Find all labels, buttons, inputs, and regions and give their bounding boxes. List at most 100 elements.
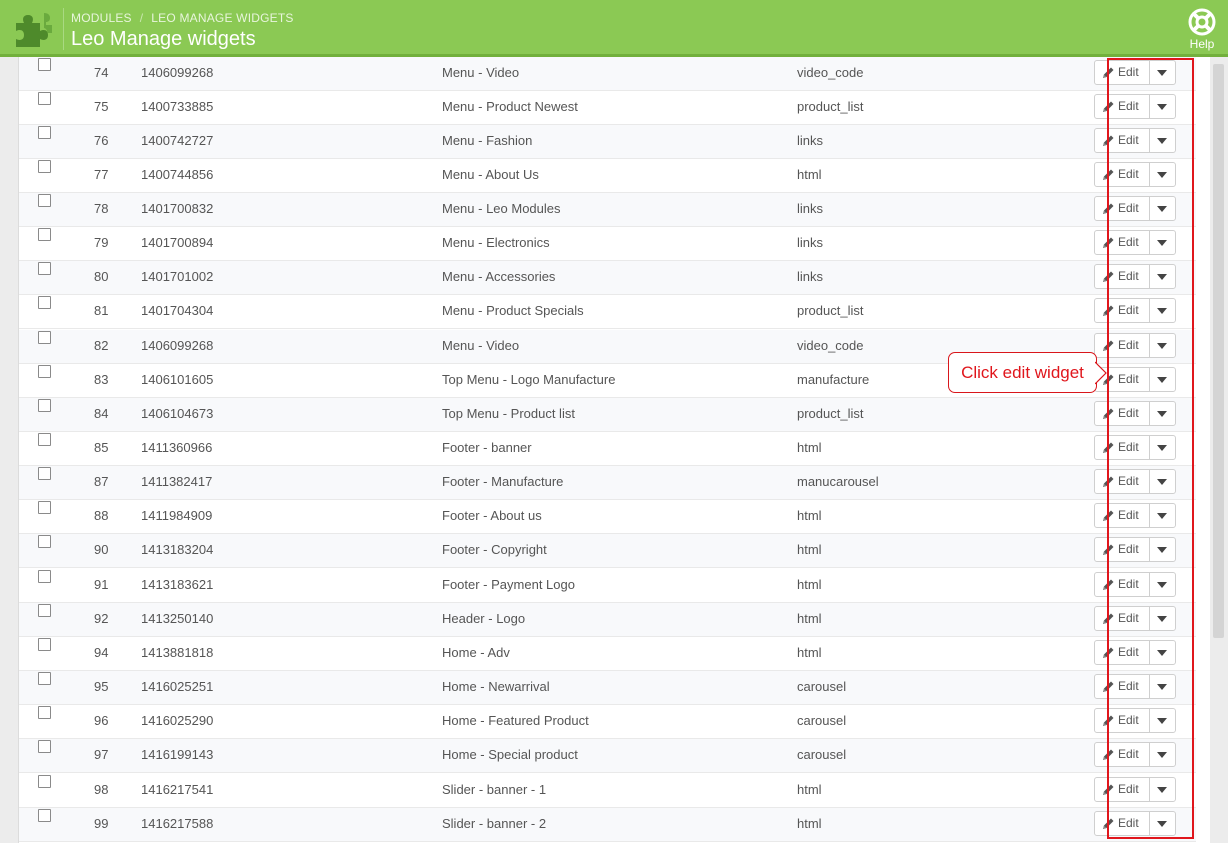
caret-down-icon [1157,547,1167,553]
edit-button[interactable]: Edit [1095,538,1150,561]
callout-click-edit-widget: Click edit widget [948,352,1097,393]
row-checkbox[interactable] [38,228,51,241]
row-widget-name: Home - Special product [442,747,578,762]
page-title: Leo Manage widgets [71,28,256,50]
edit-button[interactable]: Edit [1095,573,1150,596]
row-checkbox[interactable] [38,399,51,412]
row-checkbox[interactable] [38,535,51,548]
edit-button[interactable]: Edit [1095,61,1150,84]
edit-button[interactable]: Edit [1095,675,1150,698]
actions-dropdown-toggle[interactable] [1149,231,1175,254]
row-checkbox[interactable] [38,433,51,446]
table-row: 75 1400733885 Menu - Product Newest product… [19,91,1196,125]
actions-dropdown-toggle[interactable] [1149,504,1175,527]
pencil-icon [1103,818,1114,829]
edit-button[interactable]: Edit [1095,607,1150,630]
row-id: 97 [94,747,109,762]
edit-button[interactable]: Edit [1095,231,1150,254]
edit-label: Edit [1118,338,1139,352]
edit-button[interactable]: Edit [1095,265,1150,288]
edit-button[interactable]: Edit [1095,95,1150,118]
row-widget-type: carousel [797,713,847,728]
row-checkbox[interactable] [38,331,51,344]
row-id: 79 [94,235,109,250]
edit-button[interactable]: Edit [1095,197,1150,220]
actions-dropdown-toggle[interactable] [1149,129,1175,152]
edit-button[interactable]: Edit [1095,129,1150,152]
row-checkbox[interactable] [38,194,51,207]
actions-dropdown-toggle[interactable] [1149,778,1175,801]
edit-button[interactable]: Edit [1095,641,1150,664]
actions-dropdown-toggle[interactable] [1149,334,1175,357]
row-widget-name: Footer - banner [442,440,532,455]
row-checkbox[interactable] [38,296,51,309]
row-checkbox[interactable] [38,365,51,378]
row-checkbox[interactable] [38,740,51,753]
pencil-icon [1103,544,1114,555]
actions-dropdown-toggle[interactable] [1149,641,1175,664]
row-checkbox[interactable] [38,672,51,685]
actions-dropdown-toggle[interactable] [1149,402,1175,425]
row-id: 94 [94,645,109,660]
row-checkbox[interactable] [38,160,51,173]
row-action-group: Edit [1094,60,1176,85]
actions-dropdown-toggle[interactable] [1149,675,1175,698]
row-checkbox[interactable] [38,126,51,139]
actions-dropdown-toggle[interactable] [1149,573,1175,596]
row-id: 82 [94,338,109,353]
actions-dropdown-toggle[interactable] [1149,812,1175,835]
row-checkbox[interactable] [38,604,51,617]
row-key: 1406099268 [141,65,214,80]
actions-dropdown-toggle[interactable] [1149,538,1175,561]
table-row: 92 1413250140 Header - Logo html Edit [19,603,1196,637]
row-checkbox[interactable] [38,58,51,71]
actions-dropdown-toggle[interactable] [1149,95,1175,118]
row-checkbox[interactable] [38,501,51,514]
actions-dropdown-toggle[interactable] [1149,607,1175,630]
row-action-group: Edit [1094,572,1176,597]
breadcrumb-leo-manage-widgets[interactable]: LEO MANAGE WIDGETS [151,11,293,25]
edit-button[interactable]: Edit [1095,709,1150,732]
row-checkbox[interactable] [38,775,51,788]
edit-button[interactable]: Edit [1095,470,1150,493]
row-checkbox[interactable] [38,467,51,480]
actions-dropdown-toggle[interactable] [1149,163,1175,186]
edit-label: Edit [1118,406,1139,420]
actions-dropdown-toggle[interactable] [1149,436,1175,459]
edit-button[interactable]: Edit [1095,504,1150,527]
row-widget-type: html [797,440,822,455]
edit-button[interactable]: Edit [1095,778,1150,801]
edit-button[interactable]: Edit [1095,334,1150,357]
actions-dropdown-toggle[interactable] [1149,299,1175,322]
edit-button[interactable]: Edit [1095,163,1150,186]
scrollbar-thumb[interactable] [1213,64,1224,638]
row-widget-name: Menu - Fashion [442,133,533,148]
row-key: 1416025290 [141,713,214,728]
row-id: 84 [94,406,109,421]
row-checkbox[interactable] [38,638,51,651]
row-checkbox[interactable] [38,92,51,105]
actions-dropdown-toggle[interactable] [1149,197,1175,220]
edit-button[interactable]: Edit [1095,743,1150,766]
row-checkbox[interactable] [38,809,51,822]
edit-button[interactable]: Edit [1095,402,1150,425]
table-row: 77 1400744856 Menu - About Us html Edit [19,159,1196,193]
actions-dropdown-toggle[interactable] [1149,743,1175,766]
edit-button[interactable]: Edit [1095,436,1150,459]
edit-label: Edit [1118,269,1139,283]
edit-button[interactable]: Edit [1095,299,1150,322]
actions-dropdown-toggle[interactable] [1149,61,1175,84]
row-id: 90 [94,542,109,557]
actions-dropdown-toggle[interactable] [1149,265,1175,288]
edit-button[interactable]: Edit [1095,812,1150,835]
row-checkbox[interactable] [38,570,51,583]
widgets-panel: 74 1406099268 Menu - Video video_code Edit 75… [18,57,1214,843]
actions-dropdown-toggle[interactable] [1149,368,1175,391]
actions-dropdown-toggle[interactable] [1149,470,1175,493]
row-key: 1411360966 [141,440,213,455]
row-checkbox[interactable] [38,262,51,275]
breadcrumb-modules[interactable]: MODULES [71,11,132,25]
help-button[interactable]: Help [1186,8,1218,51]
row-checkbox[interactable] [38,706,51,719]
actions-dropdown-toggle[interactable] [1149,709,1175,732]
